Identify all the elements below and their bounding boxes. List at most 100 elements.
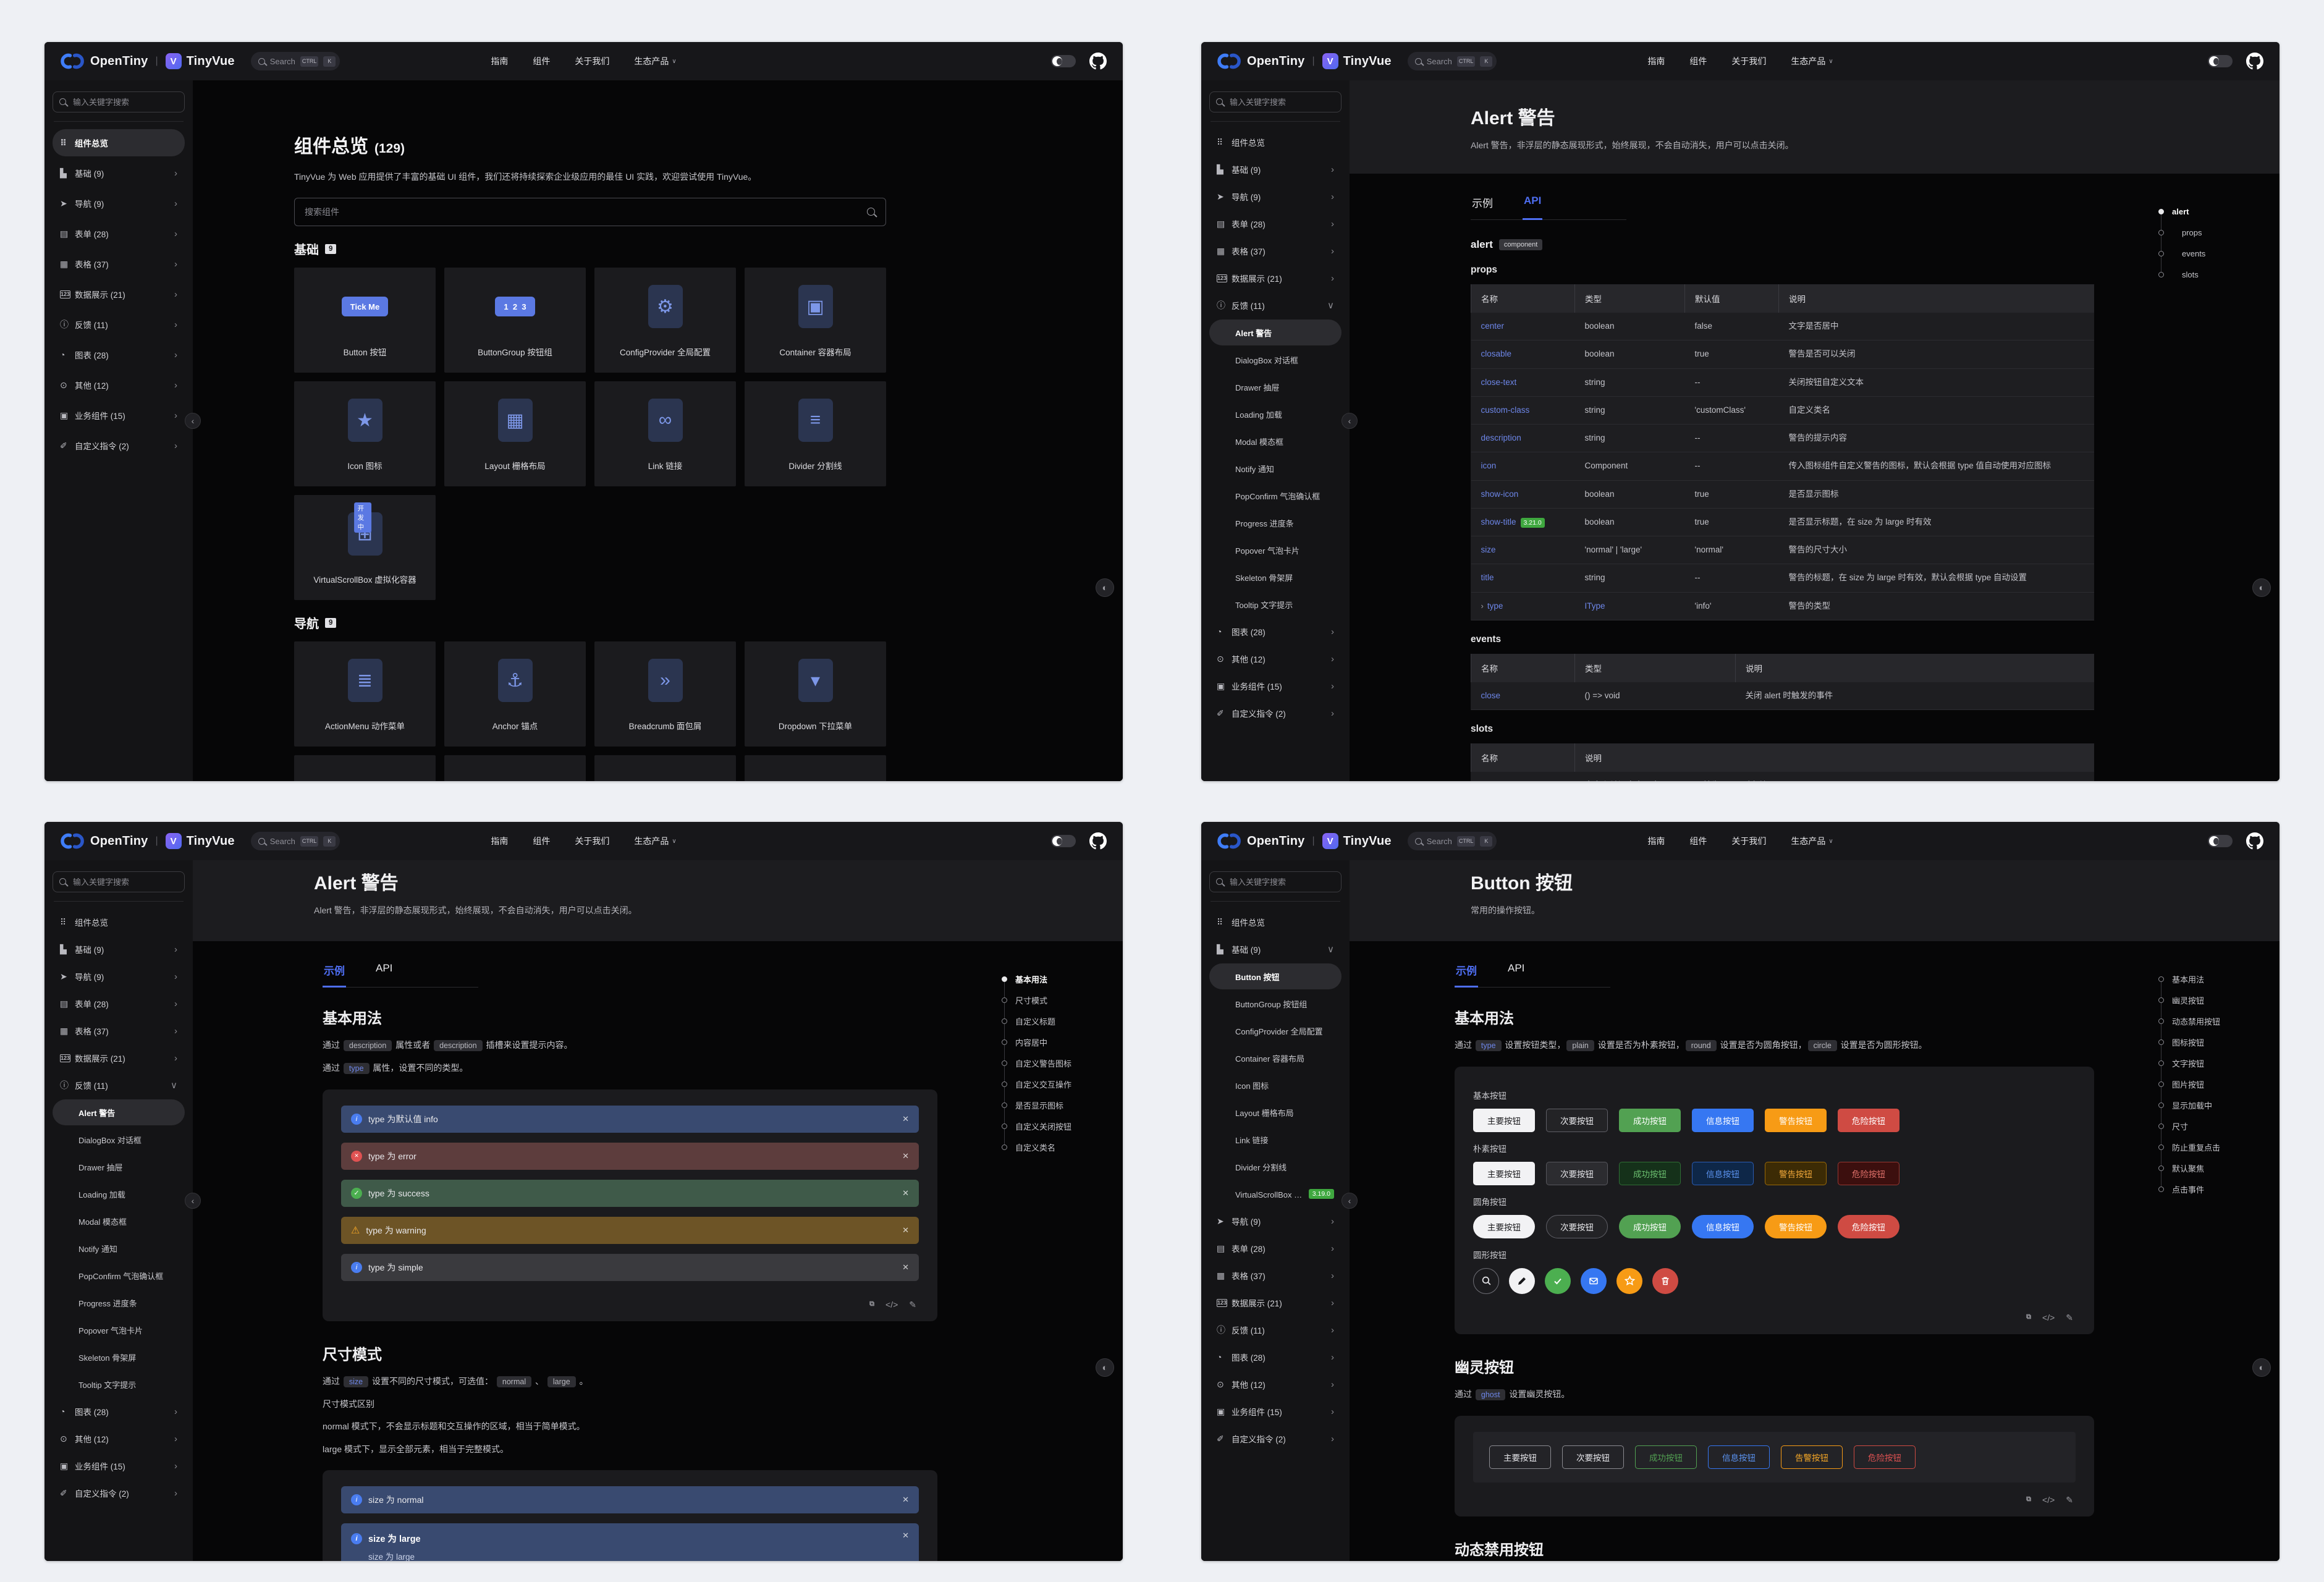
sidebar-item[interactable]: Container 容器布局 — [1209, 1045, 1342, 1071]
settings-widget-button[interactable]: ◐ — [2252, 578, 2271, 597]
github-icon[interactable] — [1089, 832, 1107, 850]
tinyvue-wordmark[interactable]: TinyVue — [1343, 54, 1392, 69]
nav-item[interactable]: 指南 — [1647, 835, 1665, 847]
search-circle-button[interactable] — [1473, 1268, 1499, 1294]
sidebar-item[interactable]: ▣ 业务组件 (15) › — [53, 402, 185, 429]
theme-toggle[interactable] — [1051, 55, 1076, 67]
sidebar-item[interactable]: ⊙ 其他 (12) › — [1209, 646, 1342, 672]
sidebar-item[interactable]: Popover 气泡卡片 — [1209, 537, 1342, 563]
sidebar-search-input[interactable] — [53, 871, 185, 892]
nav-item[interactable]: 生态产品∨ — [1791, 55, 1833, 67]
header-search[interactable]: Search CTRL K — [1408, 832, 1497, 850]
nav-item[interactable]: 生态产品∨ — [634, 835, 676, 847]
sidebar-item[interactable]: Modal 模态框 — [1209, 428, 1342, 454]
star-circle-button[interactable] — [1616, 1268, 1642, 1294]
prop-link[interactable]: type — [1487, 601, 1503, 611]
component-card[interactable]: ▾ Dropdown 下拉菜单 — [745, 641, 886, 747]
sidebar-item[interactable]: ◔ 图表 (28) › — [1209, 619, 1342, 645]
anchor-item[interactable]: 自定义类名 — [1002, 1136, 1101, 1157]
edit-icon[interactable]: ✎ — [2066, 1313, 2073, 1323]
event-link[interactable]: close — [1481, 691, 1501, 700]
ghost-button[interactable]: 信息按钮 — [1708, 1445, 1770, 1469]
sidebar-collapse-button[interactable]: ‹ — [1342, 1193, 1358, 1209]
anchor-item[interactable]: 自定义交互操作 — [1002, 1073, 1101, 1094]
sidebar-item[interactable]: ✐ 自定义指令 (2) › — [53, 1480, 185, 1506]
opentiny-logo-icon[interactable] — [1217, 53, 1242, 70]
component-card[interactable]: Tick Me Button 按钮 — [294, 268, 436, 373]
github-icon[interactable] — [1089, 53, 1107, 70]
sidebar-item[interactable]: ✐ 自定义指令 (2) › — [53, 432, 185, 459]
close-icon[interactable]: ✕ — [902, 1495, 909, 1505]
sidebar-search-input[interactable] — [53, 91, 185, 112]
sidebar-item[interactable]: ButtonGroup 按钮组 — [1209, 991, 1342, 1017]
settings-widget-button[interactable]: ◐ — [1096, 1358, 1114, 1377]
component-card[interactable]: ≡ Divider 分割线 — [745, 381, 886, 486]
sidebar-item[interactable]: Notify 通知 — [1209, 455, 1342, 481]
anchor-item[interactable]: 动态禁用按钮 — [2158, 1010, 2257, 1031]
sidebar-item[interactable]: ▤ 表单 (28) › — [1209, 211, 1342, 237]
demo-button[interactable]: 次要按钮 — [1546, 1109, 1608, 1132]
sidebar-item[interactable]: ✐ 自定义指令 (2) › — [1209, 1426, 1342, 1452]
component-card[interactable] — [594, 755, 736, 781]
anchor-item[interactable]: 尺寸 — [2158, 1115, 2257, 1136]
tab[interactable]: 示例 — [1471, 195, 1494, 220]
prop-link[interactable]: icon — [1481, 461, 1497, 470]
sidebar-item[interactable]: Skeleton 骨架屏 — [1209, 564, 1342, 590]
prop-link[interactable]: description — [1481, 433, 1521, 442]
tab[interactable]: 示例 — [323, 962, 346, 988]
tinyvue-wordmark[interactable]: TinyVue — [187, 54, 235, 69]
sidebar-item[interactable]: ⠿ 组件总览 — [53, 909, 185, 935]
sidebar-item[interactable]: ▤ 表单 (28) › — [1209, 1235, 1342, 1261]
sidebar-item[interactable]: ➤ 导航 (9) › — [1209, 184, 1342, 209]
demo-button[interactable]: 危险按钮 — [1838, 1215, 1899, 1238]
demo-button[interactable]: 次要按钮 — [1546, 1162, 1608, 1185]
tab[interactable]: API — [374, 962, 394, 988]
demo-button[interactable]: 成功按钮 — [1619, 1162, 1681, 1185]
sidebar-item[interactable]: Tooltip 文字提示 — [53, 1371, 185, 1397]
demo-button[interactable]: 信息按钮 — [1692, 1162, 1754, 1185]
nav-item[interactable]: 关于我们 — [1731, 835, 1766, 847]
sidebar-item[interactable]: Alert 警告 — [1209, 319, 1342, 345]
demo-button[interactable]: 信息按钮 — [1692, 1109, 1754, 1132]
anchor-item[interactable]: 是否显示图标 — [1002, 1094, 1101, 1115]
sidebar-item[interactable]: Link 链接 — [1209, 1127, 1342, 1153]
nav-item[interactable]: 组件 — [533, 55, 550, 67]
sidebar-item[interactable]: ✐ 自定义指令 (2) › — [1209, 700, 1342, 726]
sidebar-item[interactable]: ◔ 图表 (28) › — [53, 341, 185, 368]
tinyvue-wordmark[interactable]: TinyVue — [1343, 834, 1392, 848]
code-icon[interactable]: </> — [885, 1300, 898, 1310]
sidebar-item[interactable]: Button 按钮 — [1209, 963, 1342, 989]
demo-button[interactable]: 主要按钮 — [1473, 1215, 1535, 1238]
github-icon[interactable] — [2246, 832, 2263, 850]
tab[interactable]: API — [1506, 962, 1526, 988]
demo-button[interactable]: 危险按钮 — [1838, 1109, 1899, 1132]
close-icon[interactable]: ✕ — [902, 1225, 909, 1235]
demo-button[interactable]: 信息按钮 — [1692, 1215, 1754, 1238]
sidebar-collapse-button[interactable]: ‹ — [185, 413, 201, 429]
edit-icon[interactable]: ✎ — [2066, 1495, 2073, 1505]
ghost-button[interactable]: 告警按钮 — [1781, 1445, 1843, 1469]
anchor-item[interactable]: alert — [2158, 201, 2257, 222]
sidebar-item[interactable]: ⊙ 其他 (12) › — [53, 1426, 185, 1452]
theme-toggle[interactable] — [2208, 835, 2233, 847]
anchor-item[interactable]: 内容居中 — [1002, 1031, 1101, 1052]
component-search-input[interactable] — [294, 198, 886, 226]
anchor-item[interactable]: 默认聚焦 — [2158, 1157, 2257, 1178]
sidebar-item[interactable]: Drawer 抽屉 — [53, 1154, 185, 1180]
demo-button[interactable]: 主要按钮 — [1473, 1109, 1535, 1132]
anchor-item[interactable]: 文字按钮 — [2158, 1052, 2257, 1073]
sidebar-item[interactable]: Loading 加载 — [53, 1181, 185, 1207]
demo-button[interactable]: 主要按钮 — [1473, 1162, 1535, 1185]
anchor-item[interactable]: 基本用法 — [1002, 968, 1101, 989]
sidebar-item[interactable]: 123 数据展示 (21) › — [53, 1045, 185, 1071]
tinyvue-logo-icon[interactable]: V — [1322, 833, 1338, 849]
sidebar-item[interactable]: Tooltip 文字提示 — [1209, 591, 1342, 617]
anchor-item[interactable]: slots — [2158, 264, 2257, 285]
demo-button[interactable]: 成功按钮 — [1619, 1215, 1681, 1238]
sidebar-item[interactable]: DialogBox 对话框 — [53, 1127, 185, 1153]
component-card[interactable] — [444, 755, 586, 781]
sidebar-item[interactable]: Layout 栅格布局 — [1209, 1099, 1342, 1125]
header-search[interactable]: Search CTRL K — [251, 832, 340, 850]
sidebar-item[interactable]: ⊙ 其他 (12) › — [1209, 1371, 1342, 1397]
sidebar-item[interactable]: Progress 进度条 — [1209, 510, 1342, 536]
